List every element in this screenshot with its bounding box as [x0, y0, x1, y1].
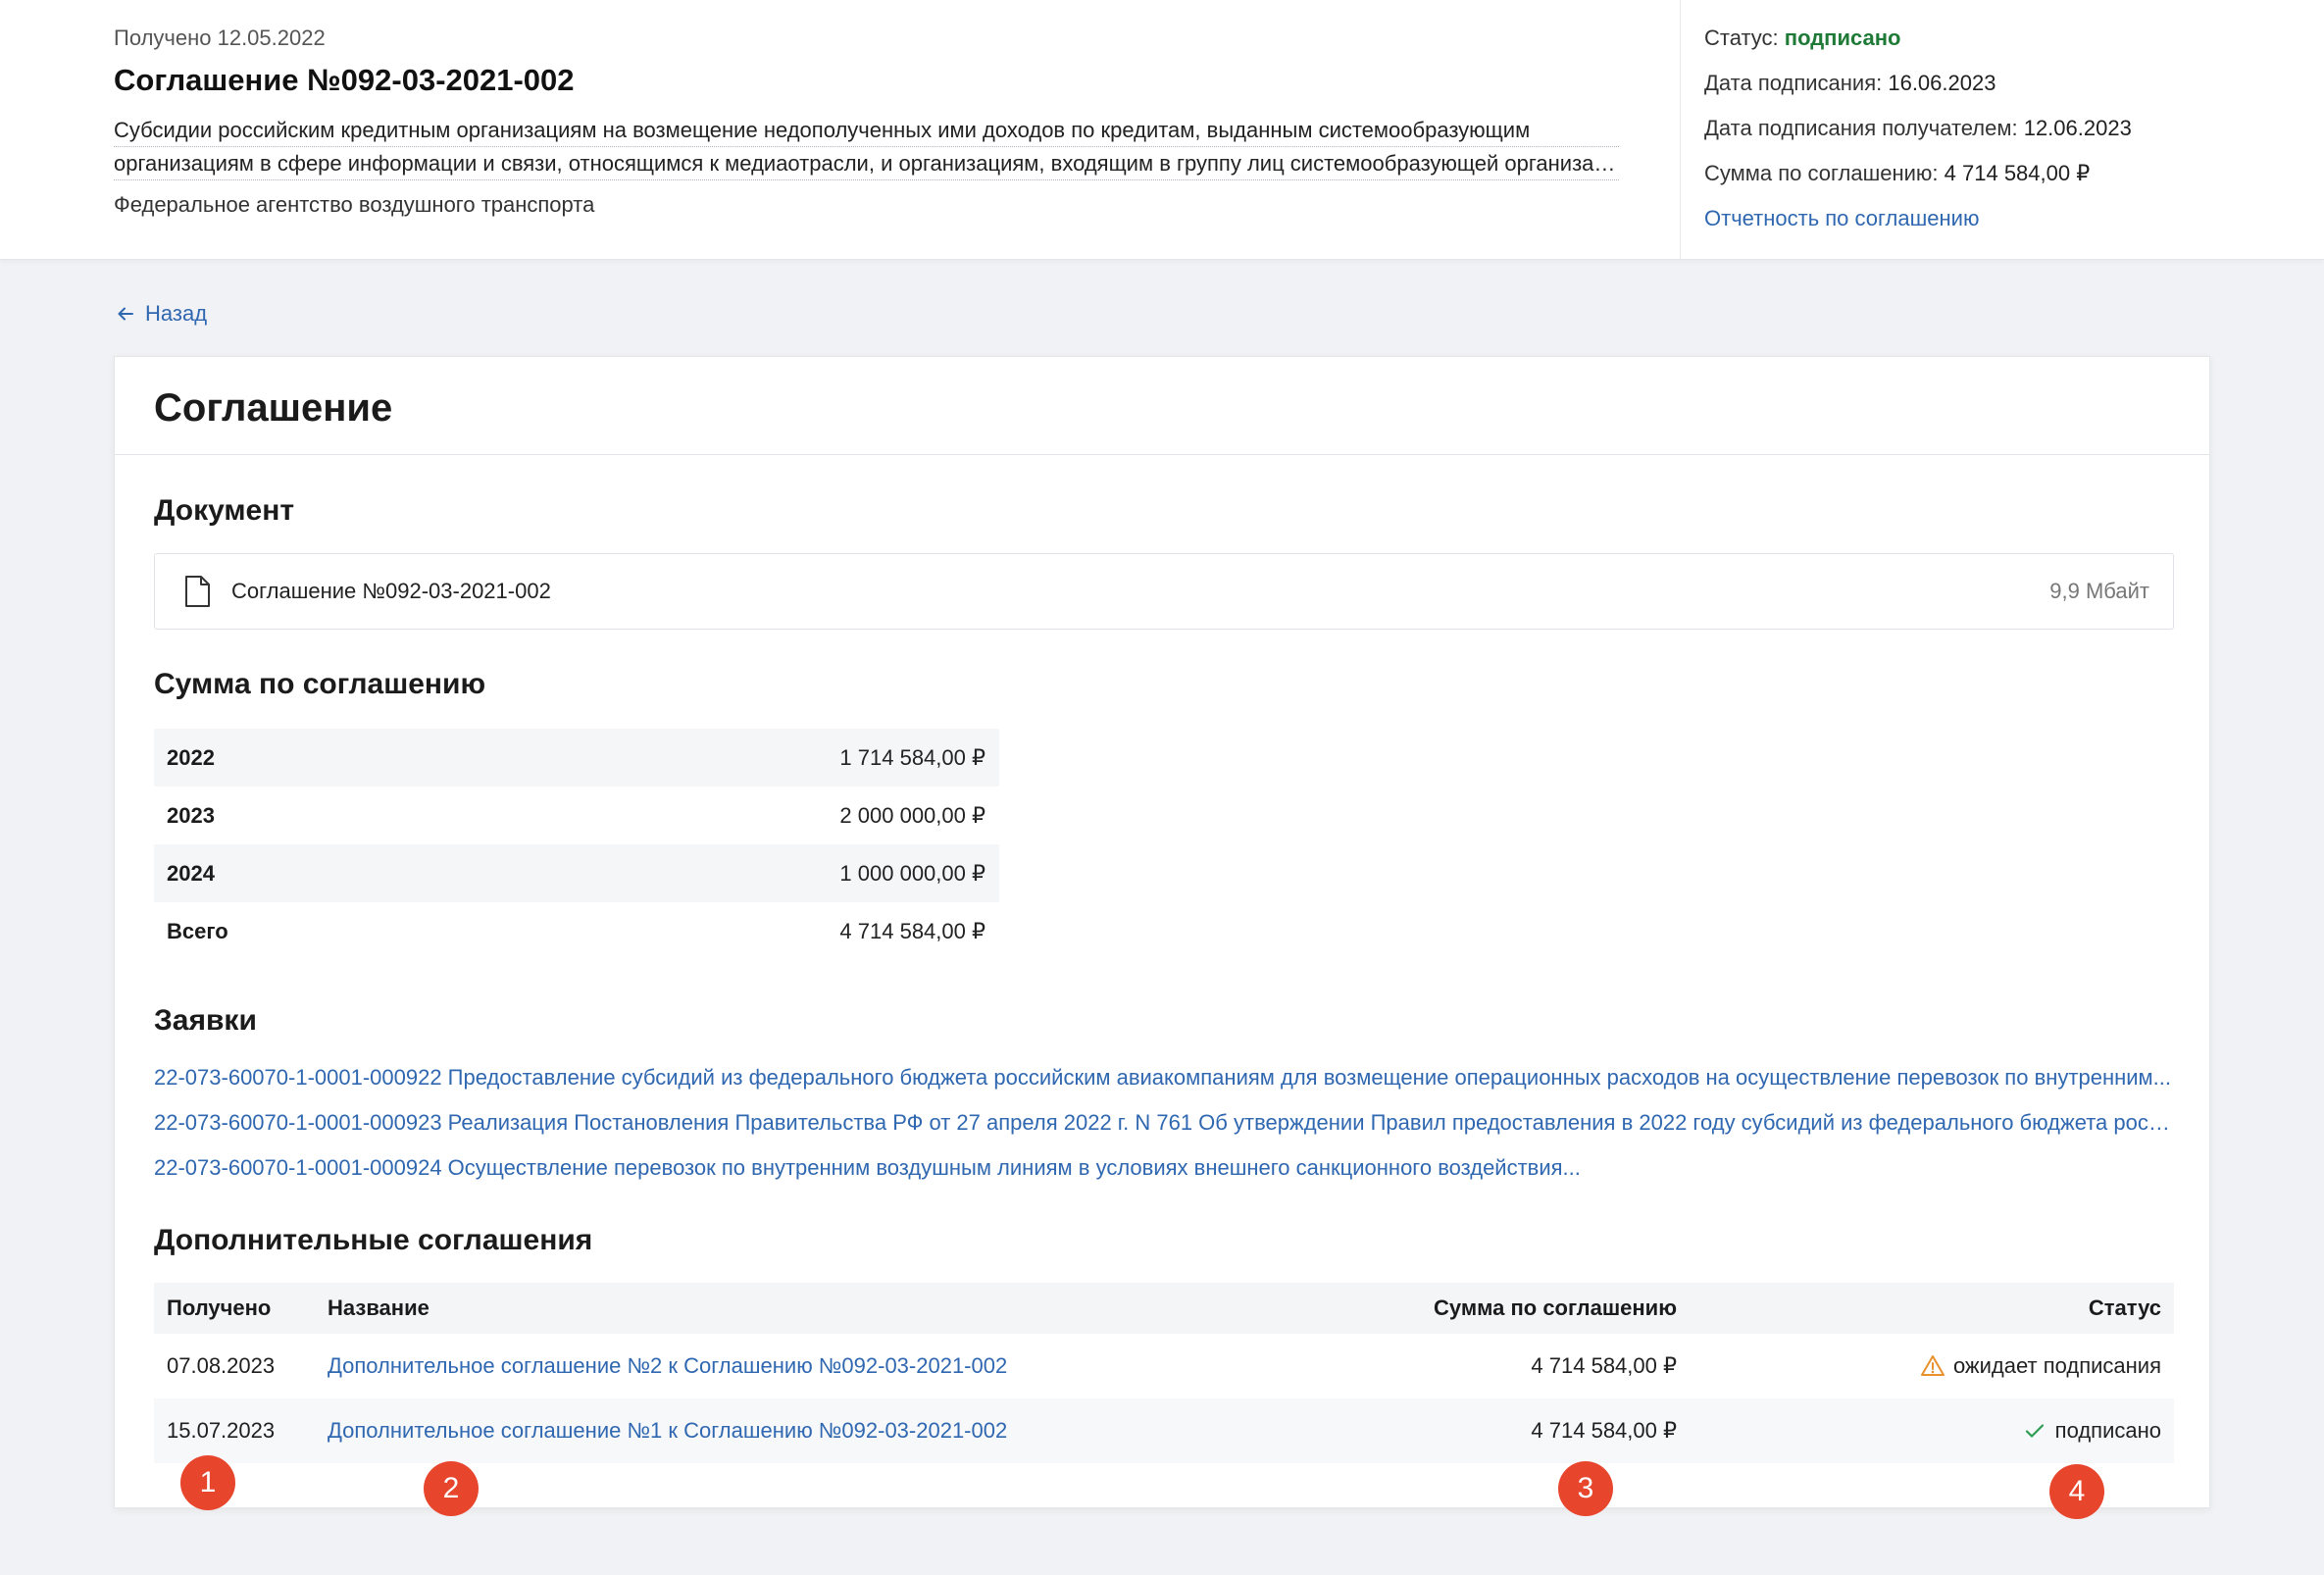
sum-row-amount: 1 714 584,00 ₽	[839, 744, 985, 770]
column-received: Получено	[167, 1296, 272, 1320]
agreement-sum-label: Сумма по соглашению:	[1704, 161, 1945, 185]
request-link[interactable]: 22-073-60070-1-0001-000922 Предоставлени…	[154, 1065, 2179, 1091]
recipient-sign-date-value: 12.06.2023	[2023, 116, 2132, 140]
agency-name: Федеральное агентство воздушного транспо…	[114, 192, 595, 217]
additional-agreement-link[interactable]: Дополнительное соглашение №2 к Соглашени…	[328, 1334, 1007, 1398]
sum-total-label: Всего	[167, 918, 228, 943]
request-link[interactable]: 22-073-60070-1-0001-000924 Осуществление…	[154, 1155, 2179, 1181]
page-title: Соглашение №092-03-2021-002	[114, 63, 575, 97]
table-row: 07.08.2023 Дополнительное соглашение №2 …	[154, 1334, 2174, 1398]
sum-row-amount: 2 000 000,00 ₽	[839, 802, 985, 828]
sign-date-label: Дата подписания:	[1704, 71, 1889, 95]
sum-row: 2023 2 000 000,00 ₽	[154, 787, 999, 844]
annotation-marker-3: 3	[1558, 1461, 1613, 1516]
status-row: Статус: подписано	[1704, 25, 1900, 51]
sum-row-label: 2024	[167, 860, 215, 886]
column-name: Название	[328, 1296, 429, 1320]
row-received-date: 15.07.2023	[167, 1418, 276, 1443]
status-badge: подписано	[1784, 25, 1901, 50]
back-label: Назад	[145, 301, 208, 326]
annotation-marker-1: 1	[180, 1455, 235, 1510]
sum-row-label: 2023	[167, 802, 215, 828]
document-file[interactable]: Соглашение №092-03-2021-002 9,9 Мбайт	[154, 553, 2174, 630]
document-file-size: 9,9 Мбайт	[2049, 579, 2149, 603]
sum-row: 2024 1 000 000,00 ₽	[154, 844, 999, 902]
card-title: Соглашение	[154, 386, 393, 430]
check-icon	[2025, 1424, 2044, 1438]
annotation-marker-2: 2	[424, 1461, 479, 1516]
sum-total-row: Всего 4 714 584,00 ₽	[154, 902, 999, 960]
row-status: подписано	[2022, 1398, 2161, 1463]
sign-date-value: 16.06.2023	[1888, 71, 1996, 95]
request-link[interactable]: 22-073-60070-1-0001-000923 Реализация По…	[154, 1110, 2179, 1136]
recipient-sign-date-row: Дата подписания получателем: 12.06.2023	[1704, 116, 2132, 141]
arrow-left-icon	[118, 307, 133, 321]
header-divider	[1680, 0, 1681, 260]
row-status: ожидает подписания	[1920, 1334, 2161, 1398]
description-line-1: Субсидии российским кредитным организаци…	[114, 114, 1619, 147]
recipient-sign-date-label: Дата подписания получателем:	[1704, 116, 2024, 140]
description-line-2: организациям в сфере информации и связи,…	[114, 147, 1619, 180]
sum-row: 2022 1 714 584,00 ₽	[154, 729, 999, 787]
sum-table: 2022 1 714 584,00 ₽ 2023 2 000 000,00 ₽ …	[154, 729, 999, 960]
sum-heading: Сумма по соглашению	[154, 668, 486, 700]
row-status-text: подписано	[2054, 1418, 2161, 1443]
document-file-name: Соглашение №092-03-2021-002	[231, 579, 551, 603]
table-row: 15.07.2023 Дополнительное соглашение №1 …	[154, 1398, 2174, 1463]
column-status: Статус	[2088, 1296, 2161, 1320]
received-date: Получено 12.05.2022	[114, 25, 326, 50]
additional-agreements-heading: Дополнительные соглашения	[154, 1224, 593, 1256]
report-link[interactable]: Отчетность по соглашению	[1704, 206, 1979, 231]
sum-row-amount: 1 000 000,00 ₽	[839, 860, 985, 886]
annotation-marker-4: 4	[2049, 1464, 2104, 1519]
agreement-description: Субсидии российским кредитным организаци…	[114, 114, 1619, 180]
document-icon	[185, 576, 210, 607]
requests-heading: Заявки	[154, 1004, 257, 1037]
agreement-sum-value: 4 714 584,00 ₽	[1944, 161, 2091, 185]
sum-total-amount: 4 714 584,00 ₽	[839, 918, 985, 943]
agreement-card: Соглашение Документ Соглашение №092-03-2…	[114, 356, 2210, 1508]
table-header: Получено Название Сумма по соглашению Ст…	[154, 1283, 2174, 1334]
warning-icon	[1920, 1355, 1945, 1376]
row-sum: 4 714 584,00 ₽	[1531, 1418, 1677, 1443]
back-link[interactable]: Назад	[116, 301, 207, 327]
column-sum: Сумма по соглашению	[1434, 1296, 1677, 1320]
row-received-date: 07.08.2023	[167, 1353, 276, 1378]
sum-row-label: 2022	[167, 744, 215, 770]
sign-date-row: Дата подписания: 16.06.2023	[1704, 71, 1996, 96]
card-divider	[115, 454, 2209, 455]
row-status-text: ожидает подписания	[1952, 1353, 2161, 1378]
additional-agreements-table: Получено Название Сумма по соглашению Ст…	[154, 1283, 2174, 1463]
document-heading: Документ	[154, 494, 295, 527]
agreement-sum-row: Сумма по соглашению: 4 714 584,00 ₽	[1704, 161, 2090, 186]
status-label: Статус:	[1704, 25, 1785, 50]
agreement-header: Получено 12.05.2022 Соглашение №092-03-2…	[0, 0, 2324, 260]
additional-agreement-link[interactable]: Дополнительное соглашение №1 к Соглашени…	[328, 1398, 1007, 1463]
row-sum: 4 714 584,00 ₽	[1531, 1353, 1677, 1378]
